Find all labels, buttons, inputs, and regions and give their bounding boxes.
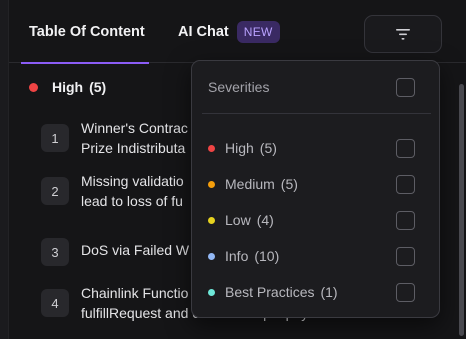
- filter-option-info[interactable]: Info (10): [208, 244, 415, 268]
- select-all-checkbox[interactable]: [396, 78, 415, 97]
- item-title: DoS via Failed W: [81, 242, 190, 258]
- filter-checkbox-high[interactable]: [396, 139, 415, 158]
- severity-dot: [208, 252, 215, 260]
- option-count: (4): [256, 212, 274, 228]
- filter-button[interactable]: [364, 15, 442, 53]
- filter-icon: [396, 28, 410, 40]
- filter-option-medium[interactable]: Medium (5): [208, 172, 415, 196]
- filter-option-best-practices[interactable]: Best Practices (1): [208, 280, 415, 304]
- severity-dot: [208, 288, 215, 296]
- tab-bar: Table Of Content AI Chat NEW: [9, 0, 466, 64]
- option-label: Medium: [225, 176, 275, 192]
- tab-label: AI Chat: [178, 23, 229, 40]
- active-tab-indicator: [21, 62, 149, 64]
- item-number: 4: [41, 289, 69, 317]
- item-title: Missing validatio lead to loss of fu: [81, 173, 184, 209]
- filter-checkbox-info[interactable]: [396, 247, 415, 266]
- section-count: (5): [89, 79, 107, 95]
- severity-dot: [208, 216, 215, 224]
- filter-option-low[interactable]: Low (4): [208, 208, 415, 232]
- option-label: Info: [225, 248, 249, 264]
- severity-filter-dropdown: Severities High (5) Medium (5) Low (4) I…: [191, 60, 440, 318]
- filter-header: Severities: [208, 79, 270, 95]
- option-label: High: [225, 140, 254, 156]
- item-number: 3: [41, 238, 69, 266]
- filter-checkbox-low[interactable]: [396, 211, 415, 230]
- new-badge: NEW: [236, 20, 280, 43]
- tab-label: Table Of Content: [29, 23, 145, 40]
- severity-dot: [208, 180, 215, 188]
- option-count: (10): [254, 248, 280, 264]
- divider: [202, 113, 431, 114]
- option-label: Low: [225, 212, 251, 228]
- severity-dot: [208, 144, 215, 152]
- severity-section-header[interactable]: High (5): [29, 79, 106, 95]
- item-number: 1: [41, 124, 69, 152]
- option-count: (5): [280, 176, 298, 192]
- severity-dot: [29, 82, 38, 92]
- section-label: High: [52, 79, 84, 95]
- option-count: (1): [320, 284, 338, 300]
- tab-table-of-content[interactable]: Table Of Content: [21, 0, 149, 64]
- item-number: 2: [41, 177, 69, 205]
- filter-checkbox-medium[interactable]: [396, 175, 415, 194]
- tab-ai-chat[interactable]: AI Chat NEW: [178, 0, 280, 63]
- filter-checkbox-best-practices[interactable]: [396, 283, 415, 302]
- filter-option-high[interactable]: High (5): [208, 136, 415, 160]
- option-count: (5): [259, 140, 277, 156]
- option-label: Best Practices: [225, 284, 315, 300]
- scrollbar[interactable]: [459, 84, 464, 336]
- item-title: Winner's Contrac Prize Indistributa: [81, 120, 188, 156]
